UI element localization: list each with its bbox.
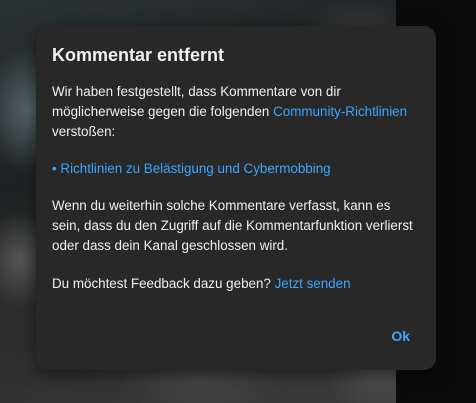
ok-button[interactable]: Ok bbox=[381, 320, 420, 352]
warning-text: Wenn du weiterhin solche Kommentare verf… bbox=[52, 198, 413, 253]
harassment-policy-link[interactable]: • Richtlinien zu Belästigung und Cybermo… bbox=[52, 161, 331, 176]
dialog-title: Kommentar entfernt bbox=[52, 45, 225, 65]
intro-text: Wir haben festgestellt, dass Kommentare … bbox=[52, 82, 420, 142]
community-guidelines-link[interactable]: Community-Richtlinien bbox=[273, 104, 407, 119]
feedback-prompt: Du möchtest Feedback dazu geben? bbox=[52, 276, 271, 291]
dialog-actions: Ok bbox=[381, 320, 420, 352]
comment-removed-dialog: Kommentar entfernt Wir haben festgestell… bbox=[36, 26, 436, 370]
intro-suffix: verstoßen: bbox=[52, 124, 116, 139]
feedback-text: Du möchtest Feedback dazu geben? Jetzt s… bbox=[52, 274, 420, 294]
policy-bullet: • Richtlinien zu Belästigung und Cybermo… bbox=[52, 159, 420, 179]
send-feedback-link[interactable]: Jetzt senden bbox=[275, 276, 351, 291]
